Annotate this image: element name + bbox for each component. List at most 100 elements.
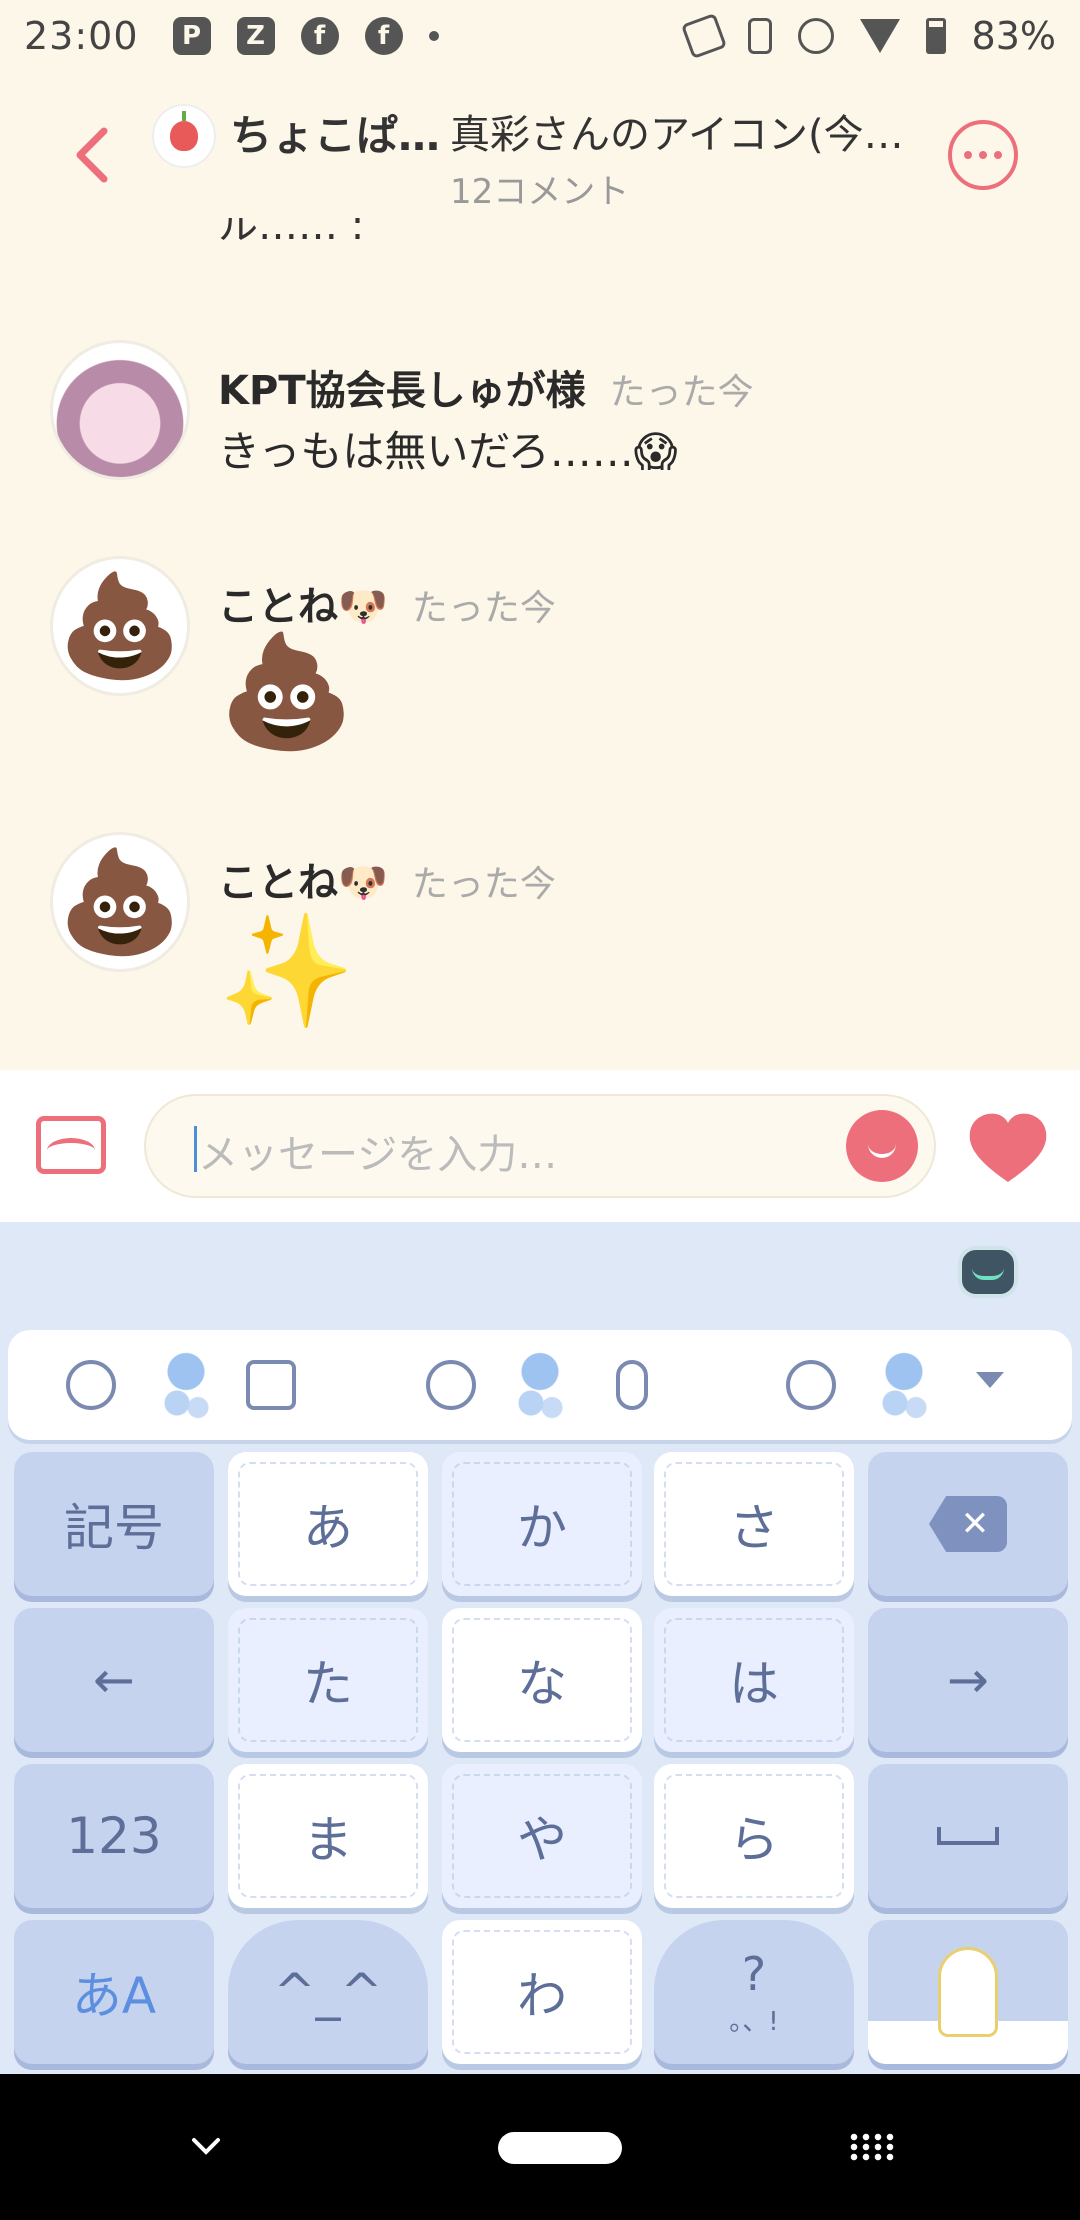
key-symbols[interactable]: 記号 [14, 1452, 214, 1596]
back-button[interactable] [62, 122, 122, 188]
key-a[interactable]: あ [228, 1452, 428, 1596]
comment-author[interactable]: ことね🐶 たった今 [218, 574, 556, 632]
nav-hide-keyboard-icon[interactable] [190, 2130, 222, 2162]
do-not-disturb-icon [797, 18, 834, 54]
keyboard-toolbar [8, 1330, 1072, 1440]
key-label: ま [303, 1811, 353, 1869]
key-label: な [517, 1655, 567, 1713]
shirt-icon[interactable] [246, 1360, 296, 1410]
post-title: 真彩さんのアイコン(今… [450, 112, 904, 158]
facebook-icon-2: f [364, 17, 403, 55]
image-attach-button[interactable] [36, 1116, 106, 1174]
comment-emoji: 💩 [218, 627, 355, 755]
avatar[interactable] [50, 340, 190, 480]
space-icon [937, 1827, 999, 1845]
key-numbers[interactable]: 123 [14, 1764, 214, 1908]
key-ta[interactable]: た [228, 1608, 428, 1752]
vibrate-icon [747, 18, 772, 54]
comment-count: 12コメント [450, 172, 630, 212]
key-label: ← [93, 1651, 135, 1709]
community-name[interactable]: ちょこぱ… [230, 102, 440, 163]
key-sa[interactable]: さ [654, 1452, 854, 1596]
dot-icon [964, 151, 972, 159]
wifi-icon [859, 19, 900, 53]
key-na[interactable]: な [442, 1608, 642, 1752]
author-name: ことね🐶 [218, 860, 388, 906]
key-delete[interactable]: ✕ [868, 1452, 1068, 1596]
system-navigation-bar [0, 2074, 1080, 2220]
comment-author[interactable]: KPT協会長しゅが様 たった今 [218, 358, 754, 416]
key-label: あ [303, 1499, 353, 1557]
robot-assistant-icon[interactable] [958, 1246, 1018, 1298]
key-face[interactable]: ^_^ [228, 1920, 428, 2064]
battery-icon [925, 18, 946, 54]
message-input[interactable]: メッセージを入力… [144, 1094, 936, 1198]
chevron-down-icon[interactable] [976, 1372, 1004, 1388]
key-ma[interactable]: ま [228, 1764, 428, 1908]
avatar[interactable]: 💩 [50, 832, 190, 972]
poo-icon: 💩 [57, 567, 183, 684]
comment-time: たった今 [411, 864, 556, 905]
key-label: や [517, 1811, 567, 1869]
key-label: 123 [66, 1807, 162, 1865]
key-label: た [303, 1655, 353, 1713]
system-icons: 83% [680, 12, 1056, 60]
key-label: あA [71, 1967, 157, 2025]
key-left-arrow[interactable]: ← [14, 1608, 214, 1752]
keyboard-switch-icon[interactable] [848, 2132, 896, 2162]
dot-icon [994, 151, 1002, 159]
chevron-left-icon [76, 127, 108, 183]
message-placeholder: メッセージを入力… [198, 1132, 558, 1178]
key-enter[interactable] [868, 1920, 1068, 2064]
chat-bubble-icon[interactable] [66, 1360, 116, 1410]
flower-decoration-icon [874, 1340, 934, 1430]
key-ya[interactable]: や [442, 1764, 642, 1908]
microphone-icon[interactable] [616, 1360, 648, 1410]
more-options-button[interactable] [948, 120, 1018, 190]
sticker-button[interactable] [846, 1110, 918, 1182]
heart-icon[interactable] [966, 1110, 1050, 1186]
key-label: 記号 [64, 1499, 164, 1557]
more-notifications-dot-icon [428, 31, 439, 41]
backspace-icon: ✕ [929, 1496, 1007, 1552]
comment-time: たった今 [411, 588, 556, 629]
flower-decoration-icon [510, 1340, 570, 1430]
key-label: ? [741, 1946, 767, 2001]
key-ka[interactable]: か [442, 1452, 642, 1596]
key-wa[interactable]: わ [442, 1920, 642, 2064]
key-ra[interactable]: ら [654, 1764, 854, 1908]
key-label: ^_^ [273, 1963, 383, 2021]
truncated-comment-text: ル…… : [218, 218, 365, 249]
header: ちょこぱ… 真彩さんのアイコン(今… 12コメント [0, 90, 1080, 220]
key-punctuation[interactable]: ? 。、! [654, 1920, 854, 2064]
nav-home-button[interactable] [498, 2132, 622, 2164]
key-label: か [517, 1499, 567, 1557]
comment-author[interactable]: ことね🐶 たった今 [218, 850, 556, 908]
key-label: は [729, 1655, 779, 1713]
avatar[interactable]: 💩 [50, 556, 190, 696]
key-label: ら [729, 1811, 779, 1869]
key-space[interactable] [868, 1764, 1068, 1908]
key-label: わ [517, 1967, 567, 2025]
soft-keyboard: 記号 あ か さ ✕ ← た な は → 123 ま や ら あA ^_^ わ … [0, 1222, 1080, 2074]
comment-emoji: ✨ [218, 907, 355, 1035]
comment-time: たった今 [609, 372, 754, 413]
key-ha[interactable]: は [654, 1608, 854, 1752]
battery-percent: 83% [971, 14, 1056, 58]
key-label: さ [729, 1499, 779, 1557]
comment-text: きっもは無いだろ……😱 [218, 427, 678, 476]
bear-face-icon[interactable] [786, 1360, 836, 1410]
dot-icon [979, 151, 987, 159]
key-right-arrow[interactable]: → [868, 1608, 1068, 1752]
notification-icons: P Z f f [172, 17, 439, 55]
bunny-character-icon [938, 1947, 998, 2037]
smiley-icon[interactable] [426, 1360, 476, 1410]
key-label: 。、! [729, 2006, 779, 2037]
p-app-icon: P [172, 17, 211, 55]
text-caret [194, 1126, 197, 1172]
key-input-mode[interactable]: あA [14, 1920, 214, 2064]
z-app-icon: Z [236, 17, 275, 55]
community-icon[interactable] [152, 104, 216, 168]
flower-decoration-icon [156, 1340, 216, 1430]
key-label: → [947, 1651, 989, 1709]
